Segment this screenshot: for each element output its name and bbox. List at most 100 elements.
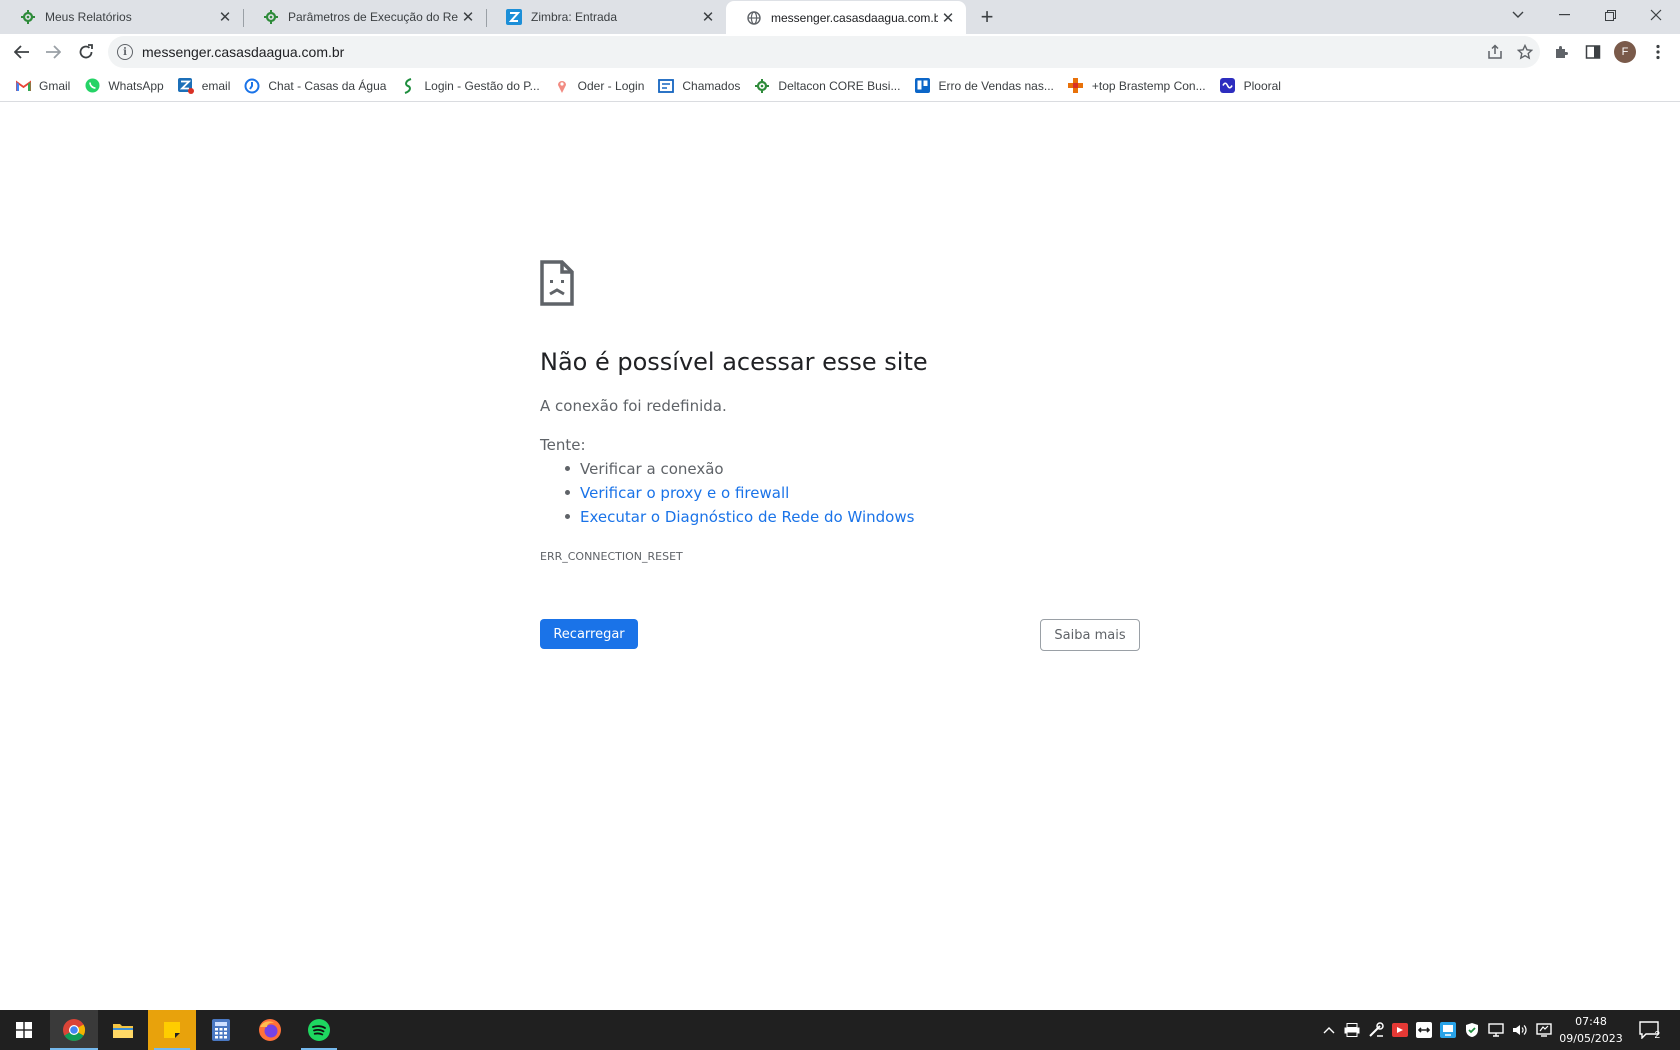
tab-parametros[interactable]: Parâmetros de Execução do Relat ✕: [243, 0, 486, 34]
action-center-button[interactable]: 2: [1636, 1018, 1662, 1042]
windows-taskbar: 07:48 09/05/2023 2: [0, 1010, 1680, 1050]
side-panel-icon: [1585, 45, 1601, 59]
network-tool-icon[interactable]: [1367, 1021, 1385, 1039]
avatar: F: [1614, 41, 1636, 63]
close-tab-icon[interactable]: ✕: [938, 8, 958, 28]
suggestion-check-connection: Verificar a conexão: [564, 459, 914, 483]
gmail-icon: [15, 78, 31, 94]
site-info-icon[interactable]: i: [117, 44, 133, 60]
monitor-app-icon[interactable]: [1439, 1021, 1457, 1039]
tab-title: Parâmetros de Execução do Relat: [288, 10, 458, 24]
teamviewer-icon[interactable]: [1415, 1021, 1433, 1039]
minimize-button[interactable]: [1541, 0, 1587, 30]
share-icon: [1488, 44, 1502, 59]
kebab-menu-icon: [1656, 44, 1660, 60]
chrome-icon: [63, 1019, 85, 1041]
bookmark-label: +top Brastemp Con...: [1091, 78, 1206, 93]
network-icon[interactable]: [1487, 1021, 1505, 1039]
suggestions-list: Verificar a conexão Verificar o proxy e …: [564, 459, 914, 531]
whatsapp-icon: [84, 78, 100, 94]
record-icon[interactable]: [1391, 1021, 1409, 1039]
calculator-icon: [212, 1019, 230, 1041]
volume-icon[interactable]: [1511, 1021, 1529, 1039]
star-icon: [1517, 44, 1533, 60]
start-button[interactable]: [0, 1010, 48, 1050]
green-gear-icon: [20, 9, 36, 25]
reload-icon: [79, 44, 93, 59]
bookmark-chamados[interactable]: Chamados: [651, 72, 747, 100]
taskbar-clock[interactable]: 07:48 09/05/2023: [1556, 1013, 1626, 1047]
clock-date: 09/05/2023: [1559, 1032, 1623, 1045]
plus-icon: [1068, 78, 1084, 94]
side-panel-button[interactable]: [1578, 37, 1608, 67]
green-gear-icon: [754, 78, 770, 94]
bookmark-label: Plooral: [1243, 78, 1281, 93]
new-tab-button[interactable]: +: [975, 4, 999, 29]
tray-overflow-chevron-icon[interactable]: [1320, 1021, 1338, 1039]
chrome-menu-button[interactable]: [1643, 37, 1673, 67]
spotify-icon: [308, 1019, 330, 1041]
bookmark-label: Deltacon CORE Busi...: [778, 78, 901, 93]
close-icon: [1650, 9, 1662, 21]
suggestion-network-diagnostics-link[interactable]: Executar o Diagnóstico de Rede do Window…: [564, 507, 914, 531]
taskbar-file-explorer[interactable]: [99, 1010, 147, 1050]
error-subtitle: A conexão foi redefinida.: [540, 397, 727, 415]
display-icon[interactable]: [1535, 1021, 1553, 1039]
profile-button[interactable]: F: [1610, 37, 1640, 67]
back-button[interactable]: [7, 37, 37, 67]
address-bar[interactable]: i messenger.casasdaagua.com.br: [108, 36, 1540, 68]
tab-title: Meus Relatórios: [45, 10, 132, 24]
taskbar-sticky-notes[interactable]: [148, 1010, 196, 1050]
chevron-down-icon: [1512, 11, 1524, 18]
reload-button[interactable]: [71, 37, 101, 67]
bookmark-label: Gmail: [39, 78, 71, 93]
bookmark-gmail[interactable]: Gmail: [8, 72, 77, 100]
suggestion-check-proxy-link[interactable]: Verificar o proxy e o firewall: [564, 483, 914, 507]
taskbar-firefox[interactable]: [246, 1010, 294, 1050]
url-text[interactable]: messenger.casasdaagua.com.br: [142, 44, 1480, 60]
tab-meus-relatorios[interactable]: Meus Relatórios ✕: [0, 0, 243, 34]
bookmark-deltacon[interactable]: Deltacon CORE Busi...: [747, 72, 907, 100]
bookmark-label: Login - Gestão do P...: [424, 78, 540, 93]
reload-page-button[interactable]: Recarregar: [540, 619, 638, 649]
pin-icon: [554, 78, 570, 94]
bookmark-oder-login[interactable]: Oder - Login: [547, 72, 652, 100]
tab-messenger[interactable]: messenger.casasdaagua.com.br ✕: [726, 1, 966, 34]
error-code: ERR_CONNECTION_RESET: [540, 550, 683, 563]
taskbar-calculator[interactable]: [197, 1010, 245, 1050]
back-arrow-icon: [14, 45, 29, 59]
bookmark-top-brastemp[interactable]: +top Brastemp Con...: [1061, 72, 1213, 100]
bookmark-login-gestao[interactable]: Login - Gestão do P...: [393, 72, 546, 100]
green-gear-icon: [263, 9, 279, 25]
taskbar-chrome[interactable]: [50, 1010, 98, 1050]
close-window-button[interactable]: [1633, 0, 1679, 30]
close-tab-icon[interactable]: ✕: [458, 7, 478, 27]
security-shield-icon[interactable]: [1463, 1021, 1481, 1039]
bookmark-erro-de-vendas[interactable]: Erro de Vendas nas...: [907, 72, 1060, 100]
zimbra-email-icon: [177, 77, 194, 94]
start-icon: [16, 1022, 32, 1038]
tab-zimbra[interactable]: Zimbra: Entrada ✕: [486, 0, 726, 34]
close-tab-icon[interactable]: ✕: [215, 7, 235, 27]
page-content: Não é possível acessar esse site A conex…: [0, 103, 1680, 1010]
bookmark-star-button[interactable]: [1510, 37, 1540, 67]
learn-more-button[interactable]: Saiba mais: [1040, 619, 1140, 651]
close-tab-icon[interactable]: ✕: [698, 7, 718, 27]
extensions-button[interactable]: [1546, 37, 1576, 67]
share-button[interactable]: [1480, 37, 1510, 67]
bookmark-whatsapp[interactable]: WhatsApp: [77, 72, 170, 100]
taskbar-spotify[interactable]: [295, 1010, 343, 1050]
bookmark-label: Oder - Login: [577, 78, 645, 93]
bookmark-plooral[interactable]: Plooral: [1213, 72, 1288, 100]
tab-search-button[interactable]: [1495, 0, 1541, 30]
globe-icon: [746, 10, 762, 26]
restore-button[interactable]: [1587, 0, 1633, 30]
zimbra-z-icon: [506, 9, 522, 25]
clock-time: 07:48: [1575, 1015, 1607, 1028]
sticky-notes-icon: [164, 1022, 180, 1038]
bookmark-email[interactable]: email: [171, 72, 238, 100]
bookmark-label: email: [201, 78, 231, 93]
bookmark-chat-casas-da-agua[interactable]: Chat - Casas da Água: [237, 72, 393, 100]
forward-button[interactable]: [38, 37, 68, 67]
printer-icon[interactable]: [1343, 1021, 1361, 1039]
